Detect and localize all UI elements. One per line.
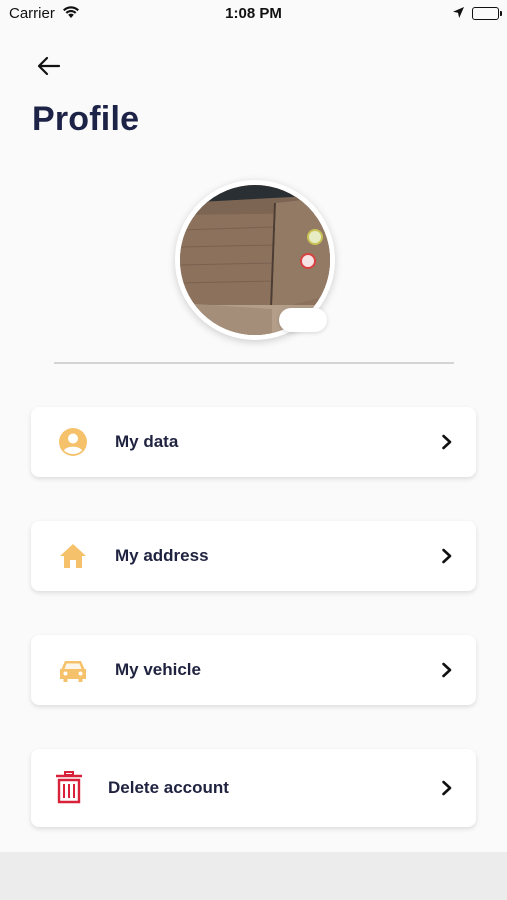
- home-icon: [57, 540, 89, 572]
- battery-icon: [472, 7, 502, 20]
- person-icon: [57, 426, 89, 458]
- avatar-container[interactable]: [175, 180, 335, 340]
- chevron-right-icon: [440, 661, 454, 679]
- bottom-bar: [0, 852, 507, 900]
- menu-item-label: My vehicle: [115, 660, 201, 679]
- menu-item-label: My data: [115, 432, 179, 451]
- location-arrow-icon: [452, 6, 465, 23]
- menu-item-my-vehicle[interactable]: My vehicle: [31, 635, 476, 705]
- clock-time: 1:08 PM: [225, 5, 282, 22]
- profile-screen: Carrier 1:08 PM Profile My data My addre…: [0, 0, 507, 900]
- menu-item-delete-account[interactable]: Delete account: [31, 749, 476, 827]
- arrow-left-icon: [37, 56, 61, 76]
- chevron-right-icon: [440, 433, 454, 451]
- page-title: Profile: [32, 100, 140, 138]
- menu-item-my-address[interactable]: My address: [31, 521, 476, 591]
- avatar-edit-button[interactable]: [279, 308, 327, 332]
- menu-item-label: My address: [115, 546, 209, 565]
- status-bar: Carrier 1:08 PM: [0, 0, 507, 28]
- divider: [54, 362, 454, 364]
- trash-icon: [53, 771, 85, 804]
- car-icon: [57, 654, 89, 686]
- back-button[interactable]: [34, 52, 64, 80]
- menu-item-my-data[interactable]: My data: [31, 407, 476, 477]
- chevron-right-icon: [440, 547, 454, 565]
- chevron-right-icon: [440, 779, 454, 797]
- menu-item-label: Delete account: [108, 778, 229, 797]
